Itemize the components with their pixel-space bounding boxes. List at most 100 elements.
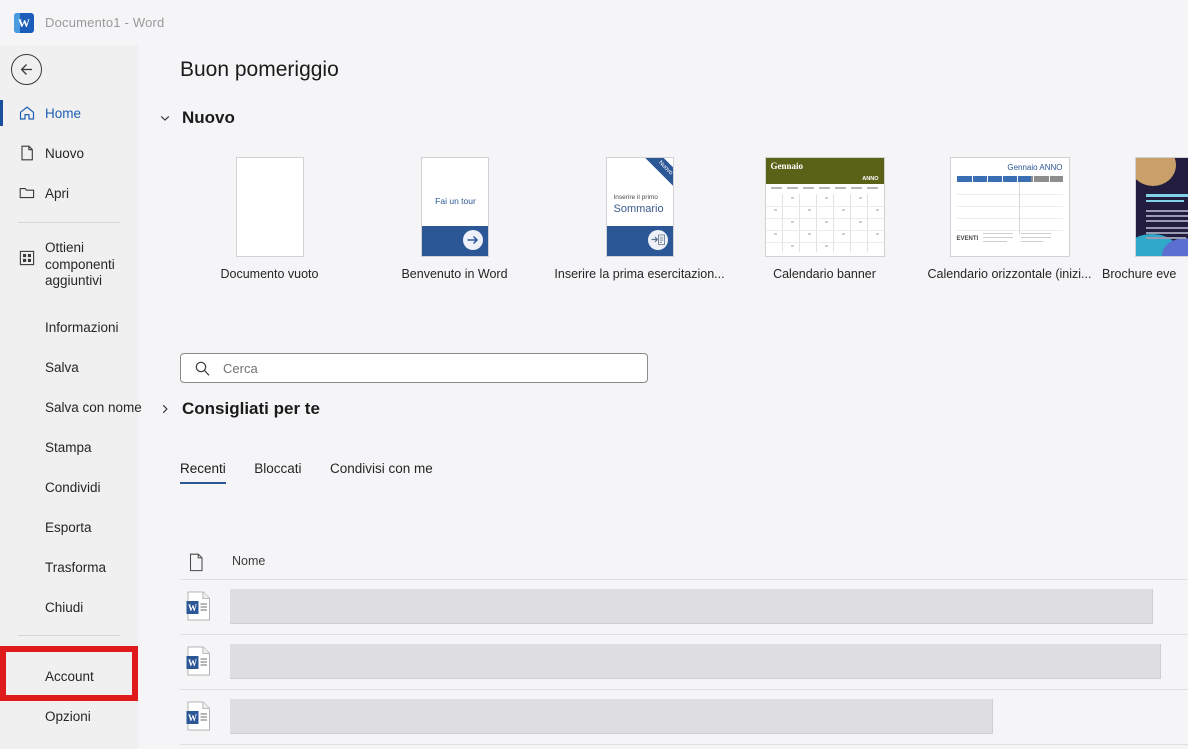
calendar-header: Gennaio ANNO: [765, 158, 884, 184]
template-thumbnail: Gennaio ANNO: [764, 157, 885, 257]
sidebar-item-label: Esporta: [45, 519, 92, 535]
sidebar-item-label: Stampa: [45, 439, 92, 455]
brochure-shape-circle: [1135, 158, 1176, 186]
page-icon: [18, 144, 36, 162]
sidebar-item-label: Chiudi: [45, 599, 84, 615]
template-gallery: Documento vuoto Fai un tour Benvenuto in…: [138, 157, 1188, 327]
calendar-title: Gennaio ANNO: [1007, 163, 1062, 172]
sidebar-item-stampa[interactable]: Stampa: [0, 432, 138, 462]
sidebar-item-apri[interactable]: Apri: [0, 178, 138, 208]
search-box[interactable]: Cerca: [180, 353, 648, 383]
table-row[interactable]: W: [180, 635, 1188, 690]
table-row[interactable]: W: [180, 580, 1188, 635]
chevron-right-icon: [158, 402, 172, 416]
sidebar-item-label: Informazioni: [45, 319, 119, 335]
sidebar-item-informazioni[interactable]: Informazioni: [0, 312, 138, 342]
search-icon: [194, 360, 211, 382]
sidebar-item-label: Salva: [45, 359, 79, 375]
template-thumbnail: [235, 157, 304, 257]
sidebar-divider: [18, 222, 120, 223]
sidebar-item-opzioni[interactable]: Opzioni: [0, 701, 138, 731]
brochure-heading-line: [1145, 194, 1188, 197]
calendar-weekday-row: [766, 185, 884, 192]
tab-recenti[interactable]: Recenti: [180, 461, 226, 484]
chevron-down-icon: [158, 111, 172, 125]
sidebar-item-label: Ottieni componenti aggiuntivi: [45, 240, 115, 289]
sidebar-item-label: Opzioni: [45, 708, 91, 724]
calendar-events-label: EVENTI: [956, 236, 979, 242]
sidebar-item-salva[interactable]: Salva: [0, 352, 138, 382]
back-button[interactable]: [11, 54, 42, 85]
sidebar-item-condividi[interactable]: Condividi: [0, 472, 138, 502]
sidebar-item-nuovo[interactable]: Nuovo: [0, 138, 138, 168]
calendar-grid: [765, 194, 884, 252]
sidebar-item-label: Nuovo: [45, 145, 85, 161]
sidebar-item-label: Salva con nome: [45, 399, 142, 415]
table-row[interactable]: W: [180, 745, 1188, 749]
word-doc-icon: W: [186, 701, 212, 731]
search-input-placeholder[interactable]: Cerca: [223, 361, 258, 376]
sidebar-item-home[interactable]: Home: [0, 98, 138, 128]
window-title: Documento1 - Word: [45, 15, 165, 30]
folder-icon: [18, 184, 36, 202]
loading-placeholder: [230, 589, 1153, 624]
template-label: Brochure eve: [1102, 267, 1177, 281]
file-list-tabs: Recenti Bloccati Condivisi con me: [180, 460, 457, 484]
calendar-month: Gennaio: [1007, 163, 1038, 172]
active-tab-underline: [180, 481, 226, 484]
word-start-screen: W Documento1 - Word Home Nuovo Apri Otti…: [0, 0, 1188, 749]
table-row[interactable]: W: [180, 690, 1188, 745]
back-arrow-icon: [20, 64, 32, 75]
word-icon-letter: W: [18, 16, 30, 30]
section-title: Consigliati per te: [182, 399, 320, 418]
main-content: Buon pomeriggio Nuovo Documento vuoto Fa…: [138, 45, 1188, 749]
template-thumbnail: Fai un tour: [420, 157, 489, 257]
new-ribbon-badge: Nuovo: [641, 158, 673, 192]
brochure-heading-line2: [1145, 200, 1184, 202]
template-thumbnail: Nuovo Inserire il primo Sommario: [605, 157, 674, 257]
tab-bloccati[interactable]: Bloccati: [254, 461, 301, 484]
sidebar-item-label: Account: [45, 668, 94, 684]
template-thumbnail: Gennaio ANNO EVENTI: [949, 157, 1070, 257]
section-title: Nuovo: [182, 108, 235, 127]
sidebar-item-account[interactable]: Account: [0, 661, 138, 691]
template-label: Inserire la prima esercitazion...: [554, 267, 725, 281]
sidebar-item-get-addins[interactable]: Ottieni componenti aggiuntivi: [0, 237, 138, 293]
template-card-text: Fai un tour: [435, 196, 476, 206]
tab-label: Recenti: [180, 461, 226, 476]
sidebar-item-salva-con-nome[interactable]: Salva con nome: [0, 392, 142, 422]
column-header-nome: Nome: [232, 554, 266, 568]
tab-condivisi-con-me[interactable]: Condivisi con me: [330, 461, 433, 484]
loading-placeholder: [230, 699, 993, 734]
template-card-line1: Inserire il primo: [613, 194, 658, 201]
sidebar-item-trasforma[interactable]: Trasforma: [0, 552, 138, 582]
word-doc-icon: W: [186, 591, 212, 621]
addins-grid-icon: [18, 249, 36, 267]
tab-label: Condivisi con me: [329, 461, 433, 476]
calendar-weekday-band: [956, 176, 1063, 182]
sidebar-item-esporta[interactable]: Esporta: [0, 512, 138, 542]
brochure-artwork: [1135, 158, 1188, 256]
sidebar: Home Nuovo Apri Ottieni componenti aggiu…: [0, 45, 142, 749]
svg-text:W: W: [188, 658, 197, 668]
sidebar-divider-bottom: [18, 635, 120, 636]
svg-text:W: W: [188, 603, 197, 613]
section-header-nuovo[interactable]: Nuovo: [158, 108, 235, 128]
sidebar-item-chiudi[interactable]: Chiudi: [0, 592, 138, 622]
svg-text:W: W: [188, 713, 197, 723]
sidebar-item-label: Trasforma: [45, 559, 107, 575]
toc-icon: [647, 230, 668, 250]
tab-label: Bloccati: [254, 461, 302, 476]
section-header-recommended[interactable]: Consigliati per te: [158, 399, 320, 419]
loading-placeholder: [230, 644, 1161, 679]
sidebar-item-label: Home: [45, 105, 82, 121]
template-label: Benvenuto in Word: [401, 267, 508, 281]
template-label: Calendario orizzontale (inizi...: [927, 267, 1092, 281]
arrow-right-icon: [462, 230, 483, 250]
calendar-year: ANNO: [862, 176, 879, 182]
home-icon: [18, 104, 36, 122]
word-app-icon: W: [14, 13, 34, 33]
selection-indicator: [0, 100, 3, 126]
template-label: Documento vuoto: [220, 267, 319, 281]
sidebar-item-label: Condividi: [45, 479, 101, 495]
